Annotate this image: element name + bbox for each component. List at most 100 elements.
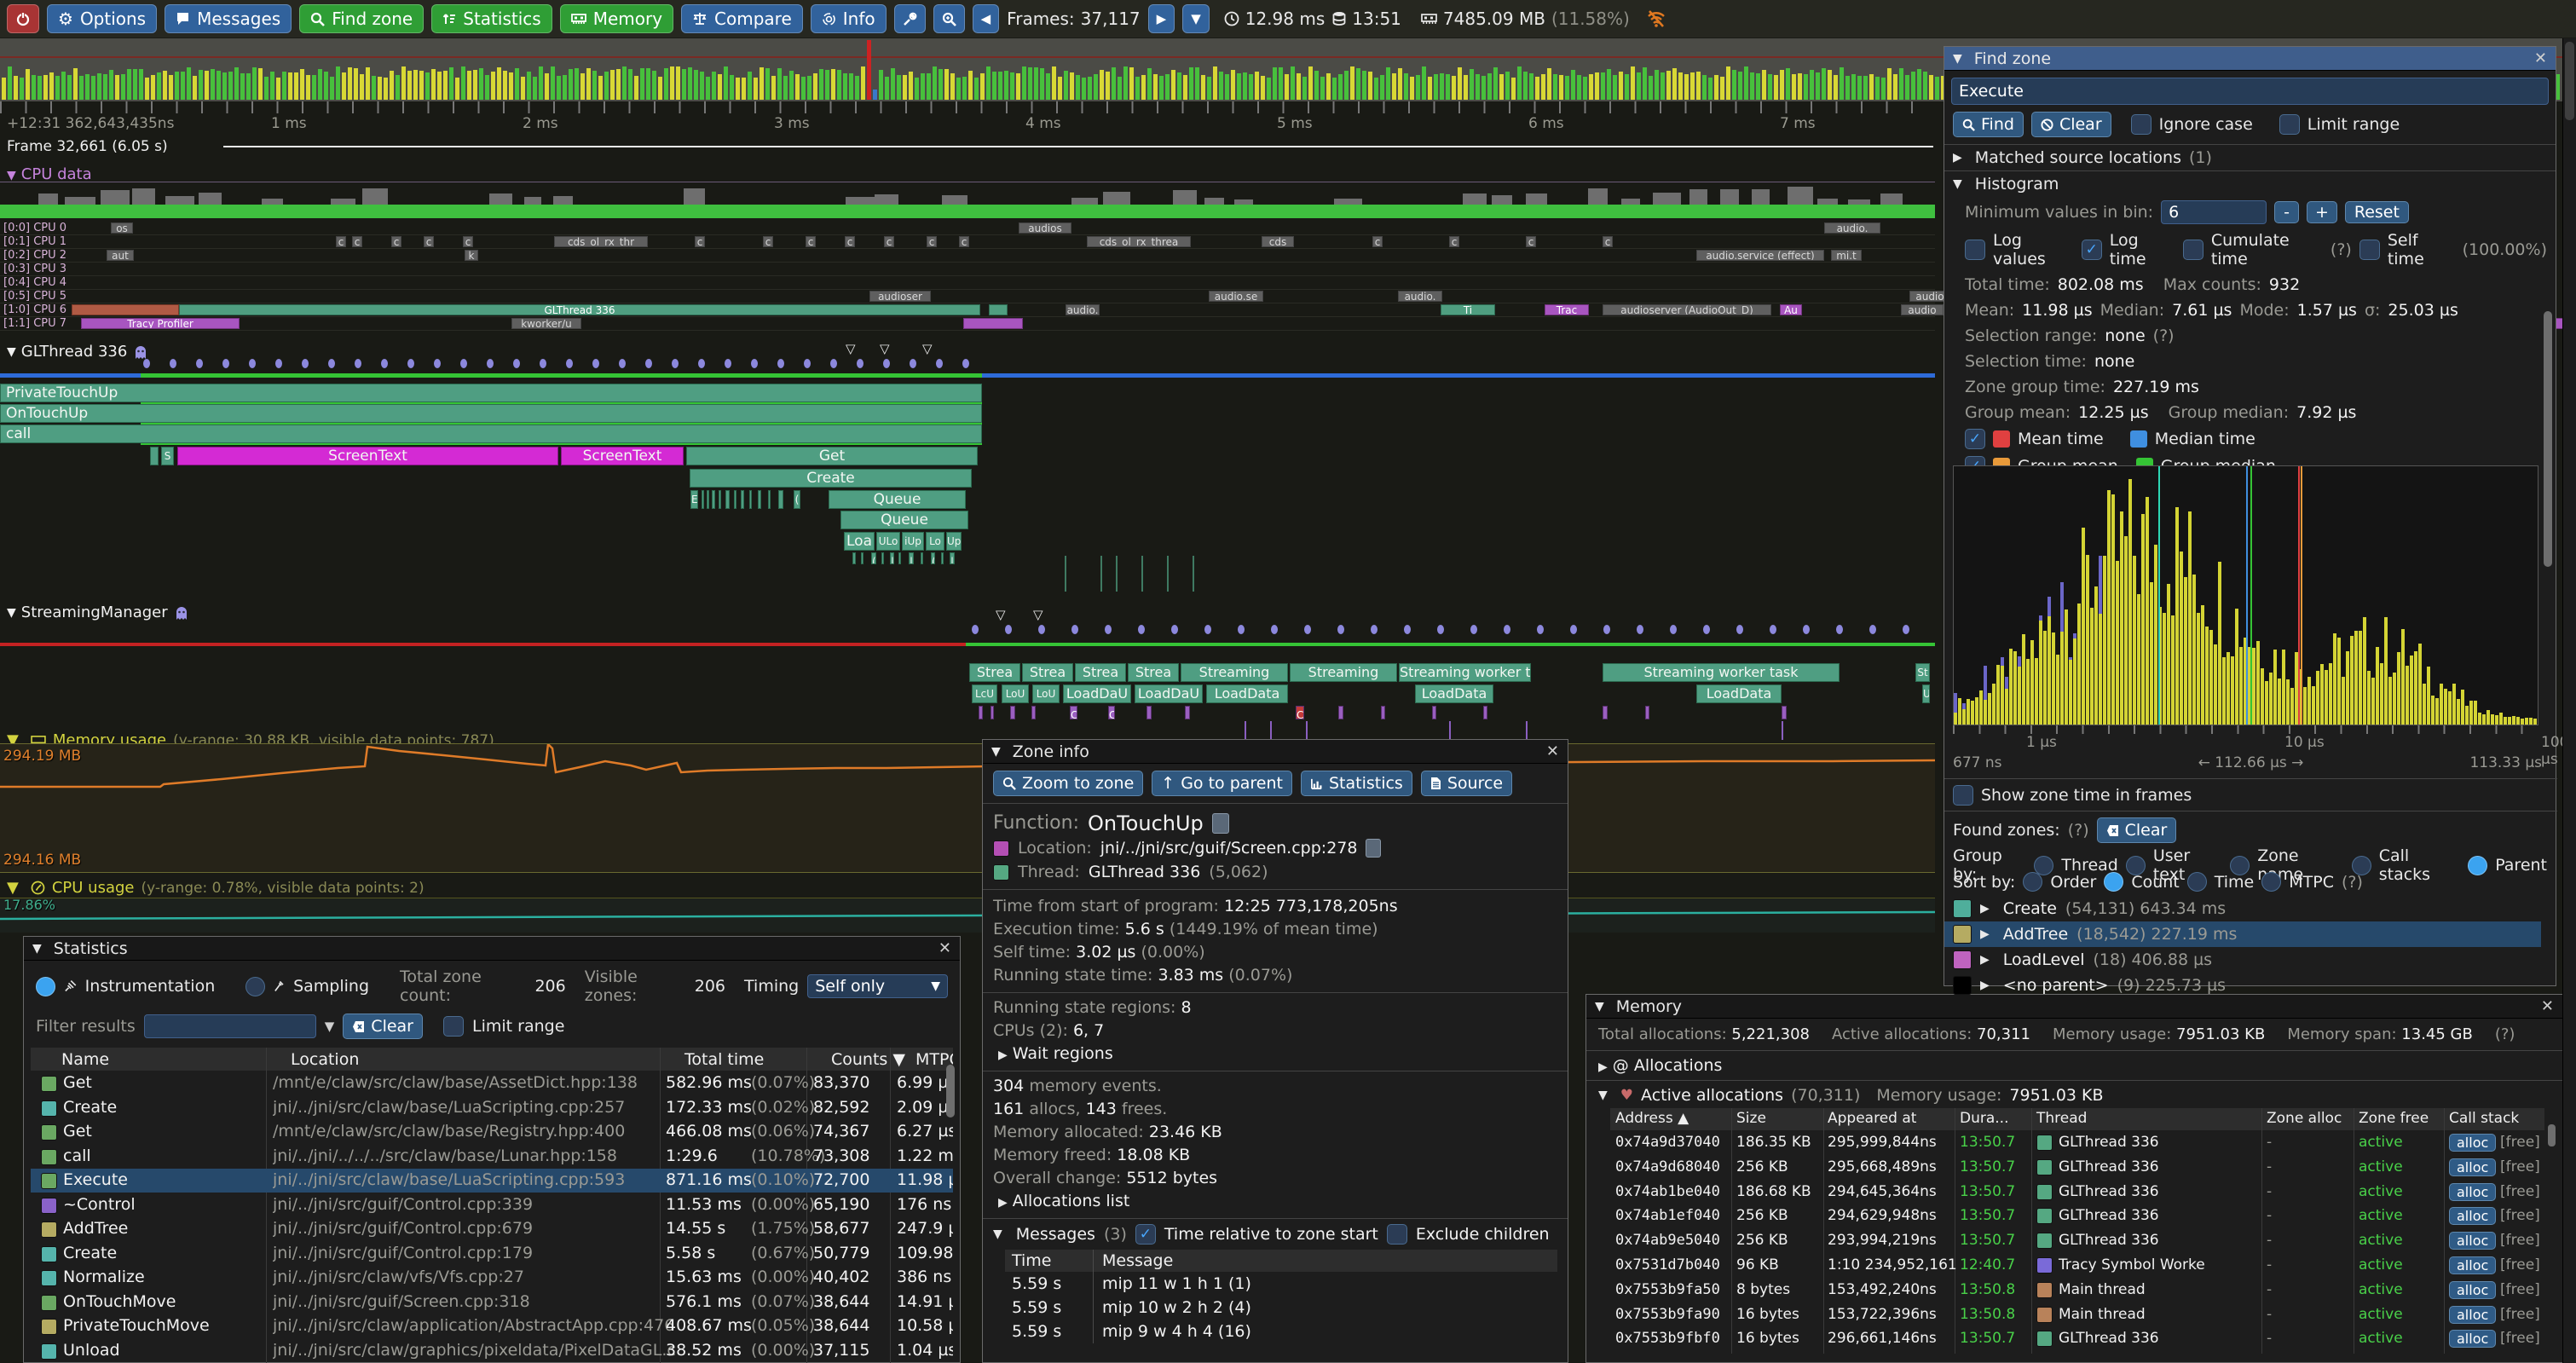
column-header[interactable]: Address ▲ xyxy=(1615,1110,1689,1127)
column-header[interactable]: Total time xyxy=(684,1050,764,1069)
cpu-context-switch-segment[interactable] xyxy=(72,304,179,315)
cpu-core-row[interactable]: [0:2] CPU 2autkaudio.service (effect)mi.… xyxy=(0,249,1935,263)
location-value[interactable]: jni/../jni/src/guif/Screen.cpp:278 xyxy=(1100,836,1358,860)
zone-bar[interactable]: C xyxy=(1108,706,1115,719)
sample-dot[interactable] xyxy=(1337,625,1344,634)
sample-dot[interactable] xyxy=(275,359,282,368)
sample-dot[interactable] xyxy=(645,359,652,368)
find-zone-scrollbar[interactable] xyxy=(2544,311,2552,567)
zone-bar[interactable]: Strea xyxy=(969,663,1020,682)
sample-dot[interactable] xyxy=(883,359,890,368)
time-ruler[interactable]: +12:31 362,643,435ns 1 ms2 ms3 ms4 ms5 m… xyxy=(0,101,1944,136)
memory-table-header[interactable]: Address ▲SizeAppeared atDura...ThreadZon… xyxy=(1610,1108,2544,1130)
zone-bar[interactable]: PrivateTouchUp xyxy=(0,384,982,402)
zone-bar[interactable] xyxy=(1603,706,1608,719)
sample-dot[interactable] xyxy=(1570,625,1577,634)
zone-bar[interactable] xyxy=(991,706,994,719)
sort-by-radio-time[interactable] xyxy=(2187,872,2207,892)
zone-bar[interactable] xyxy=(741,490,744,509)
zone-bar[interactable]: Streaming worker task xyxy=(1603,663,1840,682)
message-marker-icon[interactable]: ▽ xyxy=(846,341,856,356)
zone-bar[interactable] xyxy=(941,552,944,564)
go-to-parent-button[interactable]: ↑Go to parent xyxy=(1152,771,1292,796)
sample-dot[interactable] xyxy=(170,359,176,368)
column-header[interactable]: Zone alloc xyxy=(2267,1110,2342,1127)
zone-bar[interactable]: OnTouchUp xyxy=(0,404,982,423)
clipboard-icon[interactable] xyxy=(1366,839,1381,858)
message-row[interactable]: 5.59 smip 11 w 1 h 1 (1) xyxy=(1005,1272,1557,1296)
column-header[interactable]: Appeared at xyxy=(1828,1110,1916,1127)
column-header[interactable]: Time xyxy=(1005,1250,1093,1272)
cpu-context-switch-segment[interactable]: c xyxy=(763,236,773,247)
cpu-context-switch-segment[interactable] xyxy=(963,318,1023,329)
filter-icon[interactable]: ▼ xyxy=(325,1019,335,1034)
cpu-context-switch-segment[interactable]: audios xyxy=(1019,222,1071,234)
cpu-context-switch-segment[interactable]: c xyxy=(463,236,473,247)
table-row[interactable]: calljni/../jni/../../../src/claw/base/Lu… xyxy=(31,1145,953,1169)
cpu-context-switch-segment[interactable]: kworker/u xyxy=(511,318,581,329)
zone-bar[interactable]: Get xyxy=(686,447,978,465)
fz-clear-button[interactable]: Clear xyxy=(2031,112,2111,137)
memory-usage-graph[interactable]: 294.19 MB 294.16 MB xyxy=(0,743,1935,873)
sample-dot[interactable] xyxy=(1603,625,1610,634)
sample-dot[interactable] xyxy=(434,359,441,368)
zone-bar[interactable] xyxy=(778,490,783,509)
column-header[interactable]: Zone free xyxy=(2359,1110,2429,1127)
sample-dot[interactable] xyxy=(381,359,388,368)
column-header[interactable]: Thread xyxy=(2036,1110,2087,1127)
sample-dot[interactable] xyxy=(1836,625,1843,634)
reset-button[interactable]: Reset xyxy=(2345,201,2409,223)
glthread-section-header[interactable]: ▼GLThread 336 xyxy=(7,343,147,361)
cpu-context-switch-segment[interactable]: cds_ol_rx_threa xyxy=(1087,236,1191,247)
zone-bar[interactable]: U xyxy=(1922,684,1930,703)
callstack-alloc-button[interactable]: alloc xyxy=(2449,1256,2496,1274)
sample-dot[interactable] xyxy=(1637,625,1643,634)
zone-bar[interactable]: Up xyxy=(946,532,962,551)
cpu-context-switch-segment[interactable]: GLThread 336 xyxy=(179,304,980,315)
instrumentation-radio[interactable] xyxy=(36,977,55,996)
message-row[interactable]: 5.59 smip 9 w 4 h 4 (16) xyxy=(1005,1320,1557,1343)
callstack-alloc-button[interactable]: alloc xyxy=(2449,1183,2496,1201)
sample-dot[interactable] xyxy=(566,359,573,368)
zone-bar[interactable] xyxy=(725,490,730,509)
table-row[interactable]: PrivateTouchMovejni/../jni/src/claw/appl… xyxy=(31,1314,953,1338)
log-time-checkbox[interactable] xyxy=(2082,240,2102,260)
stats-table-header[interactable]: NameLocationTotal timeCounts ▼MTPC xyxy=(31,1048,953,1071)
table-row[interactable]: Unloadjni/../jni/src/claw/graphics/pixel… xyxy=(31,1339,953,1363)
next-frame-button[interactable]: ▶ xyxy=(1148,4,1175,33)
sample-dot[interactable] xyxy=(1670,625,1677,634)
memory-allocation-row[interactable]: 0x74ab1ef040256 KB294,629,948ns13:50.7GL… xyxy=(1610,1204,2544,1228)
sort-by-radio-order[interactable] xyxy=(2023,872,2042,892)
table-row[interactable]: OnTouchMovejni/../jni/src/guif/Screen.cp… xyxy=(31,1291,953,1314)
sample-dot[interactable] xyxy=(1038,625,1045,634)
sample-dot[interactable] xyxy=(1504,625,1510,634)
close-icon[interactable]: ✕ xyxy=(939,939,951,957)
messages-table-header[interactable]: TimeMessage xyxy=(1005,1250,1557,1272)
close-icon[interactable]: ✕ xyxy=(2534,49,2547,67)
streaming-section-header[interactable]: ▼StreamingManager xyxy=(7,604,188,621)
cpu-core-row[interactable]: [0:3] CPU 3 xyxy=(0,263,1935,276)
cpu-context-switch-segment[interactable]: c xyxy=(806,236,816,247)
thread-value[interactable]: GLThread 336 xyxy=(1089,860,1200,884)
sample-dot[interactable] xyxy=(1537,625,1544,634)
cpu-context-switch-segment[interactable]: mi.t xyxy=(1831,250,1862,261)
cpu-context-switch-segment[interactable]: Trac xyxy=(1545,304,1589,315)
cpu-core-row[interactable]: [0:1] CPU 1ccccccds_ol_rx_thrccccccccds_… xyxy=(0,235,1935,249)
prev-frame-button[interactable]: ◀ xyxy=(973,4,1000,33)
zone-bar[interactable]: ( xyxy=(871,552,876,564)
zone-bar[interactable]: E xyxy=(690,490,698,509)
cpu-context-switch-segment[interactable]: audio. xyxy=(1066,304,1100,315)
zone-bar[interactable] xyxy=(758,490,761,509)
sample-dot[interactable] xyxy=(1271,625,1278,634)
zoom-tool-button[interactable] xyxy=(933,4,965,33)
zone-bar[interactable] xyxy=(1483,706,1487,719)
callstack-alloc-button[interactable]: alloc xyxy=(2449,1232,2496,1250)
callstack-alloc-button[interactable]: alloc xyxy=(2449,1158,2496,1176)
zone-bar[interactable] xyxy=(921,552,923,564)
cpu-context-switch-segment[interactable]: cds_ol_rx_thr xyxy=(554,236,648,247)
expand-icon[interactable]: ▶ xyxy=(1980,927,1990,941)
cpu-context-switch-segment[interactable] xyxy=(989,304,1008,315)
find-button[interactable]: Find xyxy=(1953,112,2024,137)
sample-dot[interactable] xyxy=(751,359,758,368)
table-row[interactable]: Executejni/../jni/src/claw/base/LuaScrip… xyxy=(31,1169,953,1193)
